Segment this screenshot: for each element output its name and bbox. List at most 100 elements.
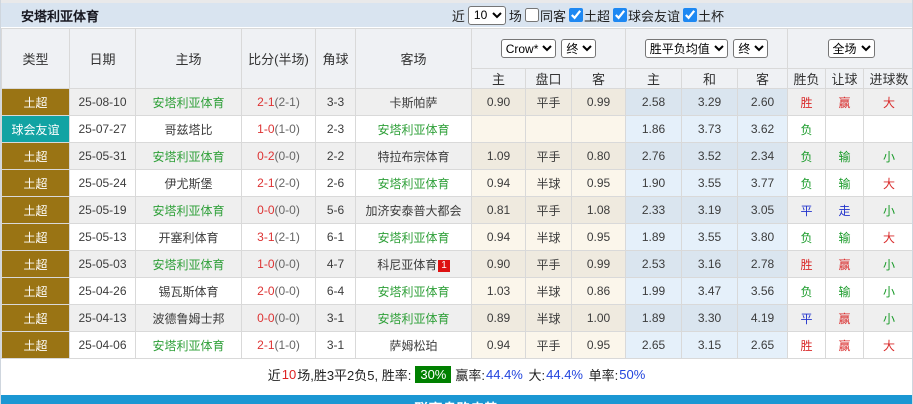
home-team: 开塞利体育 — [136, 224, 242, 251]
corner-count: 5-6 — [316, 197, 356, 224]
cup-checkbox[interactable]: 土杯 — [683, 6, 724, 25]
single-rate-value: 50% — [619, 367, 645, 382]
matches-table: 类型 日期 主场 比分(半场) 角球 客场 Crow* 终 胜平负均值 终 全场 — [1, 28, 913, 359]
match-type-badge: 土超 — [2, 170, 70, 197]
sub-header-asia-home: 主 — [472, 69, 526, 89]
euro-away-odds: 4.19 — [738, 305, 788, 332]
away-team-cell: 安塔利亚体育 — [356, 224, 472, 251]
fulltime-score: 2-0 — [257, 284, 274, 298]
friendly-checkbox[interactable]: 球会友谊 — [613, 6, 680, 25]
table-row: 土超 25-05-19 安塔利亚体育 0-0(0-0) 5-6 加济安泰普大都会… — [2, 197, 913, 224]
score-cell: 3-1(2-1) — [242, 224, 316, 251]
away-team: 安塔利亚体育 — [377, 285, 449, 299]
asia-away-odds: 0.95 — [572, 170, 626, 197]
match-date: 25-05-19 — [70, 197, 136, 224]
goals-result-flag: 大 — [864, 170, 913, 197]
asia-odds-state-select[interactable]: 终 — [561, 39, 596, 58]
win-rate-badge: 30% — [415, 366, 451, 383]
same-venue-checkbox-input[interactable] — [525, 8, 539, 22]
red-card-badge: 1 — [438, 260, 450, 272]
result-flag: 平 — [788, 197, 826, 224]
europe-odds-select[interactable]: 胜平负均值 — [645, 39, 728, 58]
summary-line: 近10场,胜3平2负5, 胜率:30%赢率:44.4% 大:44.4% 单率:5… — [1, 359, 912, 389]
halftime-score: (1-0) — [275, 122, 300, 136]
away-team: 安塔利亚体育 — [377, 177, 449, 191]
euro-draw-odds: 3.47 — [682, 278, 738, 305]
halftime-score: (2-1) — [275, 230, 300, 244]
asia-away-odds: 0.95 — [572, 332, 626, 359]
league-handicap-trend-tab[interactable]: 联赛盘路走势 — [1, 395, 912, 404]
halftime-score: (0-0) — [275, 284, 300, 298]
asia-home-odds: 0.81 — [472, 197, 526, 224]
euro-away-odds: 3.62 — [738, 116, 788, 143]
sub-header-euro-draw: 和 — [682, 69, 738, 89]
friendly-checkbox-input[interactable] — [613, 8, 627, 22]
asia-home-odds: 1.09 — [472, 143, 526, 170]
match-count-select[interactable]: 10 — [468, 6, 506, 25]
score-cell: 2-1(2-1) — [242, 89, 316, 116]
same-venue-checkbox[interactable]: 同客 — [525, 6, 566, 25]
halftime-score: (0-0) — [275, 203, 300, 217]
goals-result-flag: 大 — [864, 89, 913, 116]
match-date: 25-05-13 — [70, 224, 136, 251]
result-flag: 负 — [788, 224, 826, 251]
corner-count: 4-7 — [316, 251, 356, 278]
let-rate-value: 44.4% — [486, 367, 523, 382]
handicap-line: 平手 — [526, 89, 572, 116]
result-flag: 胜 — [788, 251, 826, 278]
table-row: 土超 25-08-10 安塔利亚体育 2-1(2-1) 3-3 卡斯帕萨 0.9… — [2, 89, 913, 116]
score-cell: 2-1(1-0) — [242, 332, 316, 359]
euro-away-odds: 2.34 — [738, 143, 788, 170]
handicap-result-flag: 赢 — [826, 89, 864, 116]
league-checkbox[interactable]: 土超 — [569, 6, 610, 25]
away-team-cell: 卡斯帕萨 — [356, 89, 472, 116]
result-flag: 负 — [788, 170, 826, 197]
sub-header-euro-home: 主 — [626, 69, 682, 89]
corner-count: 2-6 — [316, 170, 356, 197]
let-rate-label: 赢率: — [455, 365, 485, 384]
home-team: 安塔利亚体育 — [136, 251, 242, 278]
table-row: 土超 25-04-13 波德鲁姆士邦 0-0(0-0) 3-1 安塔利亚体育 0… — [2, 305, 913, 332]
games-label: 场 — [509, 6, 522, 25]
asia-away-odds: 0.95 — [572, 224, 626, 251]
handicap-line: 半球 — [526, 224, 572, 251]
scope-select[interactable]: 全场 — [828, 39, 875, 58]
result-scope-group: 全场 — [788, 29, 913, 69]
cup-checkbox-input[interactable] — [683, 8, 697, 22]
handicap-result-flag: 输 — [826, 278, 864, 305]
europe-odds-state-select[interactable]: 终 — [733, 39, 768, 58]
score-cell: 1-0(0-0) — [242, 251, 316, 278]
match-type-badge: 土超 — [2, 197, 70, 224]
euro-draw-odds: 3.73 — [682, 116, 738, 143]
europe-odds-group: 胜平负均值 终 — [626, 29, 788, 69]
asia-away-odds: 0.99 — [572, 251, 626, 278]
handicap-result-flag: 输 — [826, 224, 864, 251]
away-team-cell: 加济安泰普大都会 — [356, 197, 472, 224]
col-header-score: 比分(半场) — [242, 29, 316, 89]
corner-count: 2-3 — [316, 116, 356, 143]
match-type-badge: 土超 — [2, 89, 70, 116]
single-rate-label: 单率: — [589, 365, 619, 384]
euro-draw-odds: 3.30 — [682, 305, 738, 332]
home-team: 安塔利亚体育 — [136, 143, 242, 170]
recent-matches-panel: 安塔利亚体育 近 10 场 同客 土超 球会友谊 土杯 — [0, 0, 913, 404]
asia-home-odds — [472, 116, 526, 143]
halftime-score: (0-0) — [275, 149, 300, 163]
near-label: 近 — [452, 6, 465, 25]
away-team: 安塔利亚体育 — [377, 231, 449, 245]
col-header-date: 日期 — [70, 29, 136, 89]
match-date: 25-04-26 — [70, 278, 136, 305]
fulltime-score: 1-0 — [257, 257, 274, 271]
fulltime-score: 3-1 — [257, 230, 274, 244]
bookmaker-select[interactable]: Crow* — [501, 39, 556, 58]
euro-home-odds: 2.65 — [626, 332, 682, 359]
league-checkbox-input[interactable] — [569, 8, 583, 22]
big-rate-value: 44.4% — [546, 367, 583, 382]
table-row: 土超 25-05-03 安塔利亚体育 1-0(0-0) 4-7 科尼亚体育1 0… — [2, 251, 913, 278]
match-rows: 土超 25-08-10 安塔利亚体育 2-1(2-1) 3-3 卡斯帕萨 0.9… — [2, 89, 913, 359]
sub-header-goals: 进球数 — [864, 69, 913, 89]
handicap-line: 半球 — [526, 278, 572, 305]
summary-record: 场,胜3平2负5, 胜率: — [297, 365, 411, 384]
euro-home-odds: 1.90 — [626, 170, 682, 197]
result-flag: 负 — [788, 278, 826, 305]
